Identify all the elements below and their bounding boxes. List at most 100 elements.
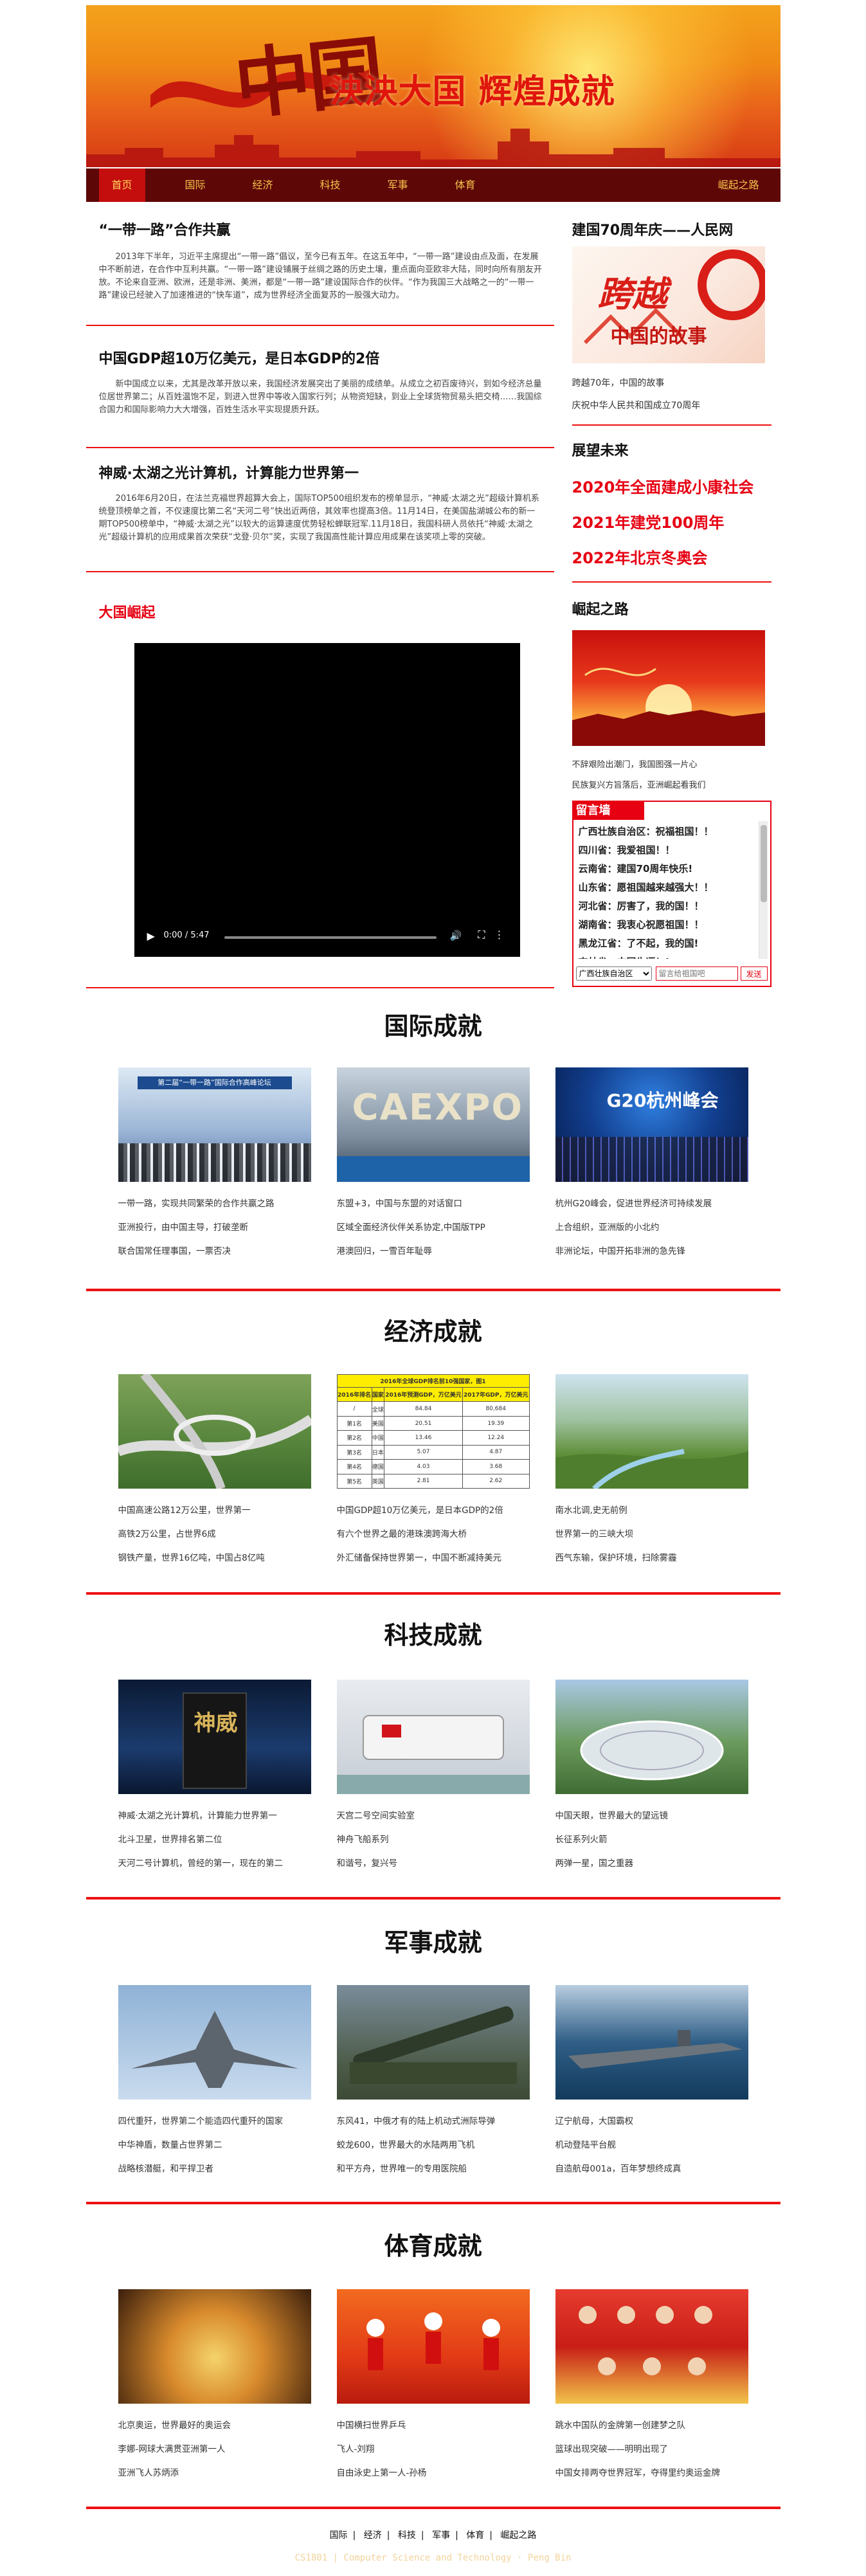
caexpo-image[interactable]: CAEXPO <box>336 1067 530 1182</box>
footer-link-economy[interactable]: 经济 <box>364 2530 382 2541</box>
caption: 和平方舟，世界唯一的专用医院船 <box>336 2164 467 2174</box>
footer-link-rise-road[interactable]: 崛起之路 <box>500 2530 536 2541</box>
footer-link-sports[interactable]: 体育 <box>466 2530 484 2541</box>
gdp-cell: 第3名 <box>336 1444 372 1460</box>
message-list: 广西壮族自治区：祝福祖国！！ 四川省：我爱祖国！！ 云南省：建国70周年快乐! … <box>579 822 752 959</box>
nav-item-international[interactable]: 国际 <box>176 168 215 202</box>
tiangong-image[interactable] <box>336 1680 530 1794</box>
copyright: CS1801 | Computer Science and Technology… <box>294 2553 572 2563</box>
video-time: 0:00 / 5:47 <box>163 930 210 940</box>
caption: 世界第一的三峡大坝 <box>555 1529 634 1539</box>
belt-road-forum-image[interactable]: 第二届“一带一路”国际合作高峰论坛 <box>118 1067 311 1182</box>
gdp-cell: 第5名 <box>336 1473 372 1489</box>
message-item: 湖南省：我衷心祝愿祖国！！ <box>578 919 704 930</box>
gdp-cell: 日本 <box>371 1444 385 1460</box>
caption: 机动登陆平台舰 <box>555 2140 617 2150</box>
rise-title: 大国崛起 <box>98 605 156 621</box>
banner-city-silhouette <box>86 129 780 167</box>
caption: 中国高速公路12万公里，世界第一 <box>118 1505 251 1516</box>
fullscreen-icon[interactable]: ⛶ <box>478 929 485 941</box>
article-title: 中国GDP超10万亿美元，是日本GDP的2倍 <box>98 351 380 367</box>
sunway-label: 神威 <box>194 1710 238 1736</box>
nav-item-military[interactable]: 军事 <box>379 168 417 202</box>
aircraft-carrier-image[interactable] <box>555 1985 748 2100</box>
sidebar-title-future: 展望未来 <box>572 443 629 459</box>
nav-item-rise-road[interactable]: 崛起之路 <box>710 168 768 202</box>
caption: 中国横扫世界乒乓 <box>336 2420 406 2431</box>
diving-team-image[interactable] <box>555 2289 748 2404</box>
gdp-table-header: 国家 <box>371 1386 385 1402</box>
main-nav: 首页 国际 经济 科技 军事 体育 崛起之路 <box>86 168 780 202</box>
province-select[interactable]: 广西壮族自治区 <box>575 966 652 981</box>
caption: 北斗卫星，世界排名第二位 <box>118 1835 222 1845</box>
rise-road-image[interactable] <box>572 630 765 746</box>
rise-road-caption-1: 不辞艰险出潮门，我国图强一片心 <box>572 760 698 770</box>
beijing-olympics-image[interactable] <box>118 2289 311 2404</box>
message-scrollbar[interactable] <box>758 821 768 959</box>
play-icon[interactable]: ▶ <box>147 930 155 942</box>
video-controls: ▶ 0:00 / 5:47 🔊 ⛶ ⋮ <box>141 925 514 950</box>
more-options-icon[interactable]: ⋮ <box>494 929 505 941</box>
g20-banner-text: G20杭州峰会 <box>606 1090 719 1111</box>
gdp-table-header: 2016年预测GDP，万亿美元 <box>384 1386 463 1402</box>
section-title-international: 国际成就 <box>384 1012 482 1040</box>
gdp-cell: 德国 <box>371 1459 385 1474</box>
video-player[interactable]: ▶ 0:00 / 5:47 🔊 ⛶ ⋮ <box>134 643 520 957</box>
section-divider <box>86 1592 780 1595</box>
gdp-cell: 80,684 <box>462 1401 530 1417</box>
g20-image[interactable]: G20杭州峰会 <box>555 1067 748 1182</box>
article-title: “一带一路”合作共赢 <box>98 222 231 239</box>
footer-link-international[interactable]: 国际 <box>330 2530 348 2541</box>
nav-item-sports[interactable]: 体育 <box>446 168 485 202</box>
stealth-fighter-image[interactable] <box>118 1985 311 2100</box>
gdp-cell: 中国 <box>371 1430 385 1446</box>
caption: 自由泳史上第一人-孙杨 <box>336 2468 427 2478</box>
gdp-cell: 13.46 <box>384 1430 463 1446</box>
article-sunway: 神威·太湖之光计算机，计算能力世界第一 2016年6月20日，在法兰克福世界超算… <box>86 462 554 542</box>
highway-image[interactable] <box>118 1374 311 1489</box>
nav-item-home[interactable]: 首页 <box>98 168 145 202</box>
volume-icon[interactable]: 🔊 <box>450 930 462 941</box>
gdp-cell: 第4名 <box>336 1459 372 1474</box>
caption: 辽宁航母，大国霸权 <box>555 2116 634 2127</box>
future-item-2020[interactable]: 2020年全面建成小康社会 <box>572 475 754 497</box>
caption: 联合国常任理事国，一票否决 <box>118 1246 231 1256</box>
article-belt-road: “一带一路”合作共赢 2013年下半年，习近平主席提出“一带一路”倡议，至今已有… <box>86 219 554 300</box>
future-item-2021[interactable]: 2021年建党100周年 <box>572 510 725 532</box>
caption: 中华神盾，数量占世界第二 <box>118 2140 222 2150</box>
footer-link-tech[interactable]: 科技 <box>398 2530 416 2541</box>
nav-item-economy[interactable]: 经济 <box>244 168 282 202</box>
message-item: 山东省：愿祖国越来越强大！！ <box>578 882 714 893</box>
sunway-supercomputer-image[interactable]: 神威 <box>118 1680 311 1794</box>
caption: 上合组织，亚洲版的小北约 <box>555 1222 660 1233</box>
message-input[interactable] <box>655 966 738 981</box>
rise-road-caption-2: 民族复兴方旨落后，亚洲崛起看我们 <box>572 781 706 790</box>
scrollbar-thumb[interactable] <box>760 825 767 902</box>
caption: 东风41，中俄才有的陆上机动式洲际导弹 <box>336 2116 496 2127</box>
fast-telescope-image[interactable] <box>555 1680 748 1794</box>
article-body: 新中国成立以来，尤其是改革开放以来，我国经济发展突出了美丽的成绩单。从成立之初百… <box>98 379 542 415</box>
70th-anniversary-image[interactable]: 跨越 中国的故事 <box>572 246 765 363</box>
sidebar-title-rise-road: 崛起之路 <box>572 602 629 618</box>
nav-item-tech[interactable]: 科技 <box>311 168 350 202</box>
df41-missile-image[interactable] <box>336 1985 530 2100</box>
caption: 亚洲飞人苏炳添 <box>118 2468 179 2478</box>
section-title-military: 军事成就 <box>384 1928 482 1957</box>
message-item: 黑龙江省：了不起，我的国! <box>578 938 699 949</box>
caption: 自造航母001a，百年梦想终成真 <box>555 2164 681 2174</box>
caption: 两弹一星，国之重器 <box>555 1858 634 1869</box>
caption: 四代重歼，世界第二个能造四代重歼的国家 <box>118 2116 284 2127</box>
south-north-water-image[interactable] <box>555 1374 748 1489</box>
video-progress-bar[interactable] <box>224 936 437 939</box>
caption: 飞人-刘翔 <box>336 2444 375 2454</box>
send-button[interactable]: 发送 <box>740 966 768 981</box>
caption: 跳水中国队的金牌第一创建梦之队 <box>555 2420 686 2431</box>
gdp-table-header: 2016年排名 <box>336 1386 372 1402</box>
table-tennis-image[interactable] <box>336 2289 530 2404</box>
future-item-2022[interactable]: 2022年北京冬奥会 <box>572 545 708 568</box>
message-board-title: 留言墙 <box>573 802 644 820</box>
footer-link-military[interactable]: 军事 <box>432 2530 450 2541</box>
banner-slogan: 泱泱大国 辉煌成就 <box>330 73 615 111</box>
caexpo-letters: CAEXPO <box>352 1087 524 1129</box>
divider <box>86 987 554 988</box>
